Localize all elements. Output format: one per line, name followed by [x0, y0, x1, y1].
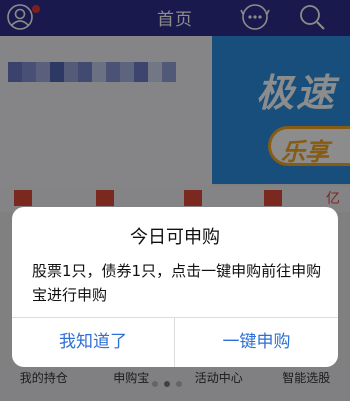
- dialog-title: 今日可申购: [130, 227, 220, 248]
- subscription-dialog: 今日可申购 股票1只，债券1只，点击一键申购前往申购宝进行申购 我知道了 一键申…: [12, 207, 338, 367]
- acknowledge-button[interactable]: 我知道了: [12, 318, 174, 367]
- app-screen: 首页 极速 乐享 亿 我的持仓 申购宝 活动中心 智能选股 今日可申购 股票1只…: [0, 0, 350, 401]
- one-click-subscribe-button[interactable]: 一键申购: [175, 318, 338, 367]
- dialog-message: 股票1只，债券1只，点击一键申购前往申购宝进行申购: [32, 262, 322, 304]
